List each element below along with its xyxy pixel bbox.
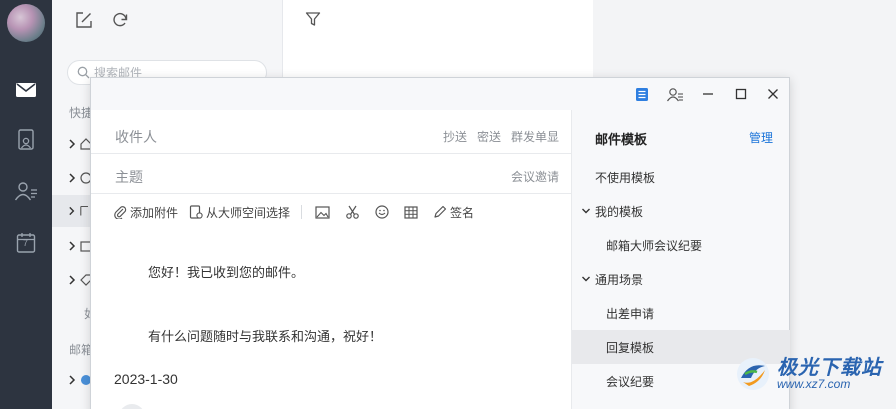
template-item-label: 会议纪要 xyxy=(606,374,655,389)
signature-button[interactable]: 签名 xyxy=(433,204,474,221)
nav-rail: 7 xyxy=(0,0,52,409)
chevron-right-icon xyxy=(69,206,75,216)
separate-send-link[interactable]: 群发单显 xyxy=(511,128,559,145)
chevron-down-icon xyxy=(582,276,590,282)
chevron-right-icon xyxy=(69,275,76,285)
template-panel-title: 邮件模板 xyxy=(595,132,648,147)
filter-icon[interactable] xyxy=(305,11,321,27)
template-item[interactable]: 邮箱大师会议纪要 xyxy=(572,228,790,262)
watermark: 极光下载站 www.xz7.com xyxy=(735,356,882,392)
template-group-mine[interactable]: 我的模板 xyxy=(572,194,790,228)
compose-icon[interactable] xyxy=(74,10,94,30)
account-row[interactable] xyxy=(68,370,92,390)
watermark-url: www.xz7.com xyxy=(777,377,851,391)
image-icon[interactable] xyxy=(315,205,330,219)
recipients-label: 收件人 xyxy=(115,129,157,145)
watermark-logo-icon xyxy=(737,358,769,390)
recipients-field[interactable]: 收件人 抄送 密送 群发单显 xyxy=(91,114,571,154)
manage-templates-link[interactable]: 管理 xyxy=(749,129,773,146)
compose-titlebar xyxy=(91,78,789,110)
chevron-right-icon xyxy=(69,173,76,183)
signature-label: 签名 xyxy=(450,205,475,220)
table-icon[interactable] xyxy=(404,205,418,219)
template-toggle-icon[interactable] xyxy=(632,85,652,103)
cloud-file-icon xyxy=(189,205,203,219)
calendar-day: 7 xyxy=(23,238,29,248)
folder-row[interactable] xyxy=(68,168,92,188)
maximize-icon[interactable] xyxy=(731,85,751,103)
chevron-right-icon xyxy=(69,375,76,385)
folder-row[interactable] xyxy=(68,134,92,154)
search-icon xyxy=(77,66,90,79)
chevron-right-icon xyxy=(69,241,76,251)
attach-label: 添加附件 xyxy=(130,205,179,220)
body-date[interactable]: 2023-1-30 xyxy=(114,371,178,387)
meeting-invite-link[interactable]: 会议邀请 xyxy=(511,168,559,185)
emoji-icon[interactable] xyxy=(375,205,389,219)
template-item-none[interactable]: 不使用模板 xyxy=(572,160,790,194)
from-space-button[interactable]: 从大师空间选择 xyxy=(189,204,290,221)
contacts-picker-icon[interactable] xyxy=(665,85,685,103)
subject-label: 主题 xyxy=(115,169,143,185)
contacts-icon[interactable] xyxy=(0,173,52,209)
subject-field[interactable]: 主题 会议邀请 xyxy=(91,154,571,194)
template-item-label: 回复模板 xyxy=(606,340,655,355)
bcc-link[interactable]: 密送 xyxy=(477,128,501,145)
chevron-down-icon xyxy=(582,208,590,214)
template-group-label: 我的模板 xyxy=(595,204,644,219)
attach-button[interactable]: 添加附件 xyxy=(113,204,178,221)
folder-row-selected[interactable] xyxy=(52,195,90,227)
signature-avatar xyxy=(119,404,145,409)
template-item-label: 邮箱大师会议纪要 xyxy=(606,238,703,253)
minimize-icon[interactable] xyxy=(698,85,718,103)
screenshot-icon[interactable] xyxy=(345,205,360,219)
mail-icon[interactable] xyxy=(0,72,52,108)
paperclip-icon xyxy=(114,206,127,219)
pen-icon xyxy=(434,205,447,218)
template-item-label: 不使用模板 xyxy=(595,170,656,185)
template-group-common[interactable]: 通用场景 xyxy=(572,262,790,296)
body-text-line[interactable]: 您好！我已收到您的邮件。 xyxy=(148,262,304,281)
chevron-right-icon xyxy=(69,139,76,149)
compose-window: 收件人 抄送 密送 群发单显 主题 会议邀请 添加附件 从大师空间选择 签名 您… xyxy=(90,77,790,409)
folder-row[interactable] xyxy=(68,236,92,256)
template-group-label: 通用场景 xyxy=(595,272,644,287)
body-text-line[interactable]: 有什么问题随时与我联系和沟通，祝好！ xyxy=(148,326,382,345)
avatar[interactable] xyxy=(7,4,45,42)
refresh-icon[interactable] xyxy=(110,10,130,30)
cc-link[interactable]: 抄送 xyxy=(443,128,467,145)
watermark-title: 极光下载站 xyxy=(777,357,882,379)
flag-icon xyxy=(80,205,89,216)
from-space-label: 从大师空间选择 xyxy=(206,205,291,220)
calendar-icon[interactable]: 7 xyxy=(0,225,52,261)
template-item[interactable]: 出差申请 xyxy=(572,296,790,330)
close-icon[interactable] xyxy=(763,85,783,103)
toolbar-divider xyxy=(301,205,303,219)
folder-row[interactable] xyxy=(68,270,92,290)
template-item-label: 出差申请 xyxy=(606,306,655,321)
contacts-book-icon[interactable] xyxy=(0,122,52,158)
editor-toolbar: 添加附件 从大师空间选择 签名 xyxy=(113,202,485,222)
